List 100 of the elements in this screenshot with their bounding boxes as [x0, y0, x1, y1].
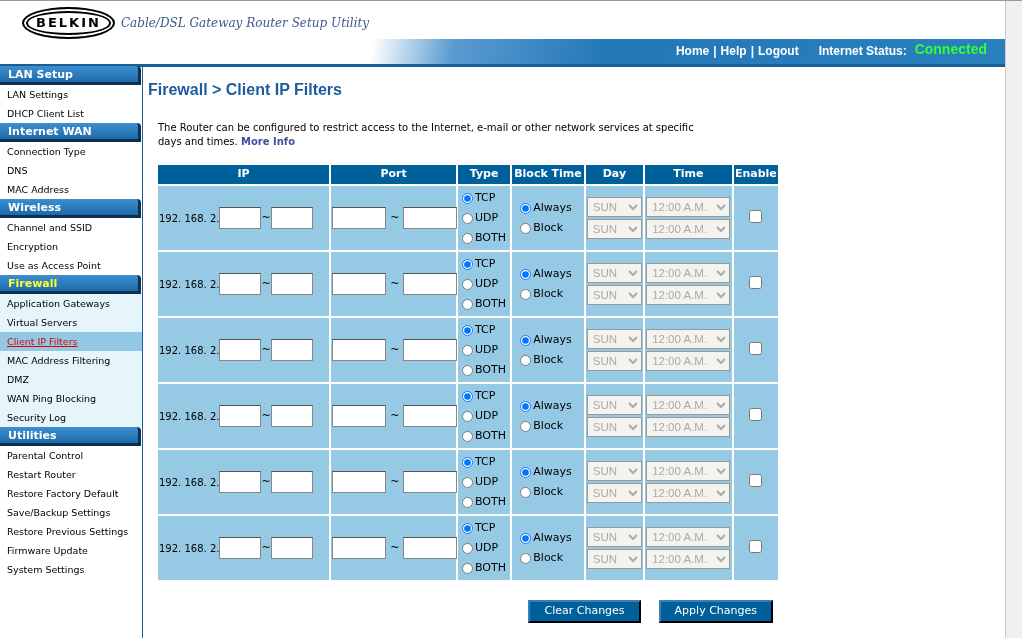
sidebar-section-header[interactable]: Internet WAN: [0, 123, 141, 142]
sidebar-item[interactable]: Restore Factory Default: [0, 484, 142, 503]
sidebar-item[interactable]: System Settings: [0, 560, 142, 579]
port-start-field[interactable]: [332, 273, 387, 296]
sidebar-item[interactable]: MAC Address Filtering: [0, 351, 142, 370]
protocol-radio[interactable]: [461, 258, 473, 270]
enable-checkbox[interactable]: [749, 209, 763, 223]
sidebar-section-header[interactable]: Utilities: [0, 427, 141, 446]
enable-checkbox[interactable]: [749, 473, 763, 487]
protocol-label: TCP: [474, 453, 496, 470]
port-start-field[interactable]: [332, 207, 387, 230]
protocol-radio[interactable]: [461, 364, 473, 376]
ip-end-field[interactable]: [270, 405, 313, 428]
port-end-field[interactable]: [403, 405, 458, 428]
protocol-radio[interactable]: [461, 476, 473, 488]
action-button[interactable]: Apply Changes: [658, 600, 773, 623]
ip-end-field[interactable]: [270, 339, 313, 362]
ip-end-field[interactable]: [270, 537, 313, 560]
block-time-radio[interactable]: [520, 288, 532, 300]
sidebar-item[interactable]: Virtual Servers: [0, 313, 142, 332]
port-end-field[interactable]: [403, 471, 458, 494]
block-time-radio[interactable]: [520, 532, 532, 544]
block-time-radio[interactable]: [520, 486, 532, 498]
enable-checkbox[interactable]: [749, 275, 763, 289]
ip-start-field[interactable]: [219, 471, 262, 494]
sidebar-item[interactable]: Parental Control: [0, 446, 142, 465]
protocol-radio[interactable]: [461, 542, 473, 554]
port-end-field[interactable]: [403, 273, 458, 296]
sidebar-section-header[interactable]: Wireless: [0, 199, 141, 218]
nav-link[interactable]: Help: [720, 41, 747, 60]
block-time-radio[interactable]: [520, 354, 532, 366]
port-start-field[interactable]: [332, 339, 387, 362]
protocol-radio[interactable]: [461, 562, 473, 574]
ip-end-field[interactable]: [270, 207, 313, 230]
sidebar-item[interactable]: Connection Type: [0, 142, 142, 161]
block-time-radio[interactable]: [520, 202, 532, 214]
block-time-radio[interactable]: [520, 466, 532, 478]
enable-checkbox[interactable]: [749, 407, 763, 421]
sidebar-item[interactable]: Restart Router: [0, 465, 142, 484]
port-start-field[interactable]: [332, 537, 387, 560]
ip-start-field[interactable]: [219, 273, 262, 296]
enable-checkbox[interactable]: [749, 341, 763, 355]
sidebar-item[interactable]: DHCP Client List: [0, 104, 142, 123]
protocol-radio[interactable]: [461, 298, 473, 310]
port-start-field[interactable]: [332, 471, 387, 494]
nav-link[interactable]: Home: [675, 41, 710, 60]
port-end-field[interactable]: [403, 207, 458, 230]
sidebar-item[interactable]: Encryption: [0, 237, 142, 256]
sidebar-item[interactable]: Use as Access Point: [0, 256, 142, 275]
protocol-label: UDP: [474, 407, 499, 424]
ip-end-field[interactable]: [270, 471, 313, 494]
sidebar-item[interactable]: Firmware Update: [0, 541, 142, 560]
ip-start-field[interactable]: [219, 537, 262, 560]
protocol-radio[interactable]: [461, 344, 473, 356]
sidebar-item[interactable]: WAN Ping Blocking: [0, 389, 142, 408]
protocol-radio[interactable]: [461, 390, 473, 402]
action-button[interactable]: Clear Changes: [528, 600, 641, 623]
protocol-radio[interactable]: [461, 456, 473, 468]
block-time-radio[interactable]: [520, 334, 532, 346]
protocol-radio[interactable]: [461, 324, 473, 336]
ip-end-field[interactable]: [270, 273, 313, 296]
tilde-text: ~: [390, 407, 400, 424]
sidebar-item[interactable]: Security Log: [0, 408, 142, 427]
more-info-link[interactable]: More Info: [240, 136, 295, 148]
sidebar-item[interactable]: Application Gateways: [0, 294, 142, 313]
sidebar-item[interactable]: MAC Address: [0, 180, 142, 199]
protocol-radio[interactable]: [461, 496, 473, 508]
sidebar-item[interactable]: Save/Backup Settings: [0, 503, 142, 522]
sidebar-item[interactable]: LAN Settings: [0, 85, 142, 104]
protocol-radio[interactable]: [461, 212, 473, 224]
protocol-radio[interactable]: [461, 278, 473, 290]
ip-start-field[interactable]: [219, 207, 262, 230]
block-time-radio[interactable]: [520, 222, 532, 234]
port-end-field[interactable]: [403, 339, 458, 362]
port-start-field[interactable]: [332, 405, 387, 428]
sidebar-item[interactable]: DNS: [0, 161, 142, 180]
sidebar-item[interactable]: Channel and SSID: [0, 218, 142, 237]
protocol-radio[interactable]: [461, 430, 473, 442]
protocol-radio[interactable]: [461, 410, 473, 422]
ip-start-field[interactable]: [219, 339, 262, 362]
block-time-radio[interactable]: [520, 552, 532, 564]
sidebar-section-header[interactable]: LAN Setup: [0, 66, 141, 85]
block-time-label: Block: [533, 483, 564, 500]
protocol-radio[interactable]: [461, 192, 473, 204]
block-time-radio[interactable]: [520, 268, 532, 280]
nav-link[interactable]: Logout: [758, 41, 799, 60]
sidebar-section-header[interactable]: Firewall: [0, 275, 141, 294]
protocol-radio[interactable]: [461, 232, 473, 244]
sidebar-item[interactable]: Client IP Filters: [0, 332, 142, 351]
block-time-radio[interactable]: [520, 420, 532, 432]
logo: BELKIN: [22, 7, 115, 39]
block-time-radio[interactable]: [520, 400, 532, 412]
sidebar-item[interactable]: Restore Previous Settings: [0, 522, 142, 541]
protocol-label: UDP: [474, 473, 499, 490]
sidebar-item[interactable]: DMZ: [0, 370, 142, 389]
port-end-field[interactable]: [403, 537, 458, 560]
protocol-label: BOTH: [474, 361, 506, 378]
ip-start-field[interactable]: [219, 405, 262, 428]
enable-checkbox[interactable]: [749, 539, 763, 553]
protocol-radio[interactable]: [461, 522, 473, 534]
